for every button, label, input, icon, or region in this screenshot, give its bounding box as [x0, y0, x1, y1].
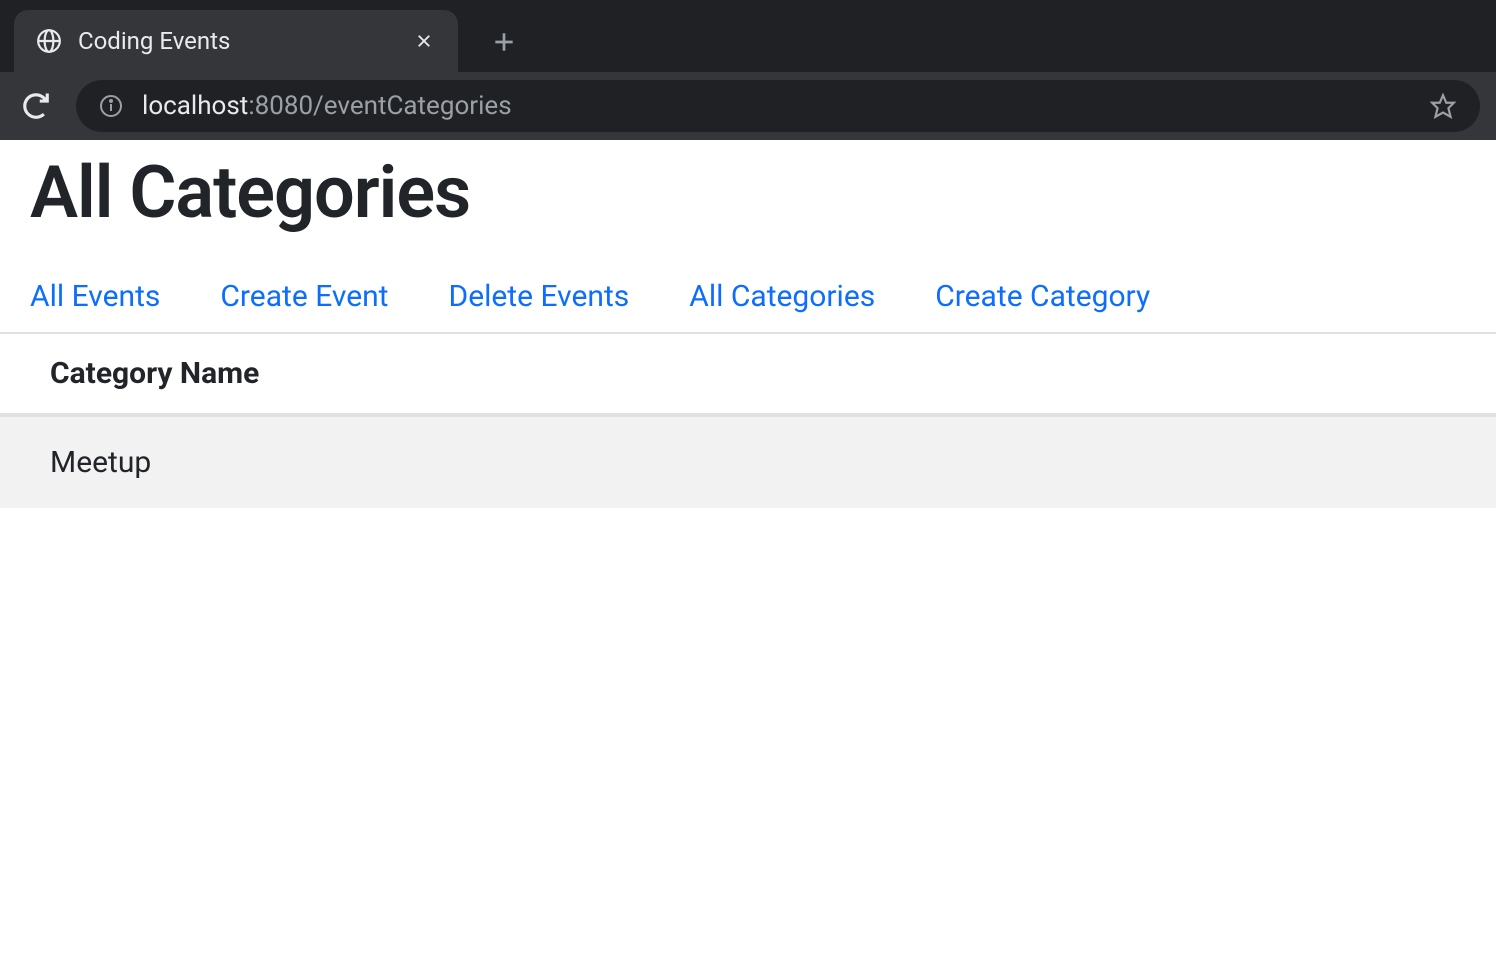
categories-table: Category Name Meetup [0, 332, 1496, 508]
nav-link-all-categories[interactable]: All Categories [689, 279, 875, 314]
browser-chrome: Coding Events [0, 0, 1496, 140]
info-icon[interactable] [98, 93, 124, 119]
browser-toolbar: localhost:8080/eventCategories [0, 72, 1496, 140]
url-host: localhost [142, 91, 248, 121]
table-row: Meetup [0, 415, 1496, 508]
url-path: :8080/eventCategories [248, 91, 511, 121]
tab-title: Coding Events [78, 27, 402, 55]
reload-button[interactable] [16, 86, 56, 126]
url-text: localhost:8080/eventCategories [142, 91, 1428, 121]
nav-link-create-event[interactable]: Create Event [220, 279, 388, 314]
page-title: All Categories [30, 150, 1466, 235]
close-icon[interactable] [412, 29, 436, 53]
globe-icon [36, 28, 62, 54]
categories-table-container: Category Name Meetup [0, 332, 1496, 508]
browser-tab[interactable]: Coding Events [14, 10, 458, 72]
table-header-category-name: Category Name [0, 333, 1496, 415]
page-content: All Categories All Events Create Event D… [0, 140, 1496, 508]
nav-links: All Events Create Event Delete Events Al… [0, 263, 1496, 332]
bookmark-button[interactable] [1428, 91, 1458, 121]
nav-link-all-events[interactable]: All Events [30, 279, 160, 314]
tab-bar: Coding Events [0, 0, 1496, 72]
nav-link-delete-events[interactable]: Delete Events [449, 279, 630, 314]
table-cell-category-name: Meetup [0, 415, 1496, 508]
new-tab-button[interactable] [480, 18, 528, 66]
address-bar[interactable]: localhost:8080/eventCategories [76, 80, 1480, 132]
nav-link-create-category[interactable]: Create Category [935, 279, 1150, 314]
